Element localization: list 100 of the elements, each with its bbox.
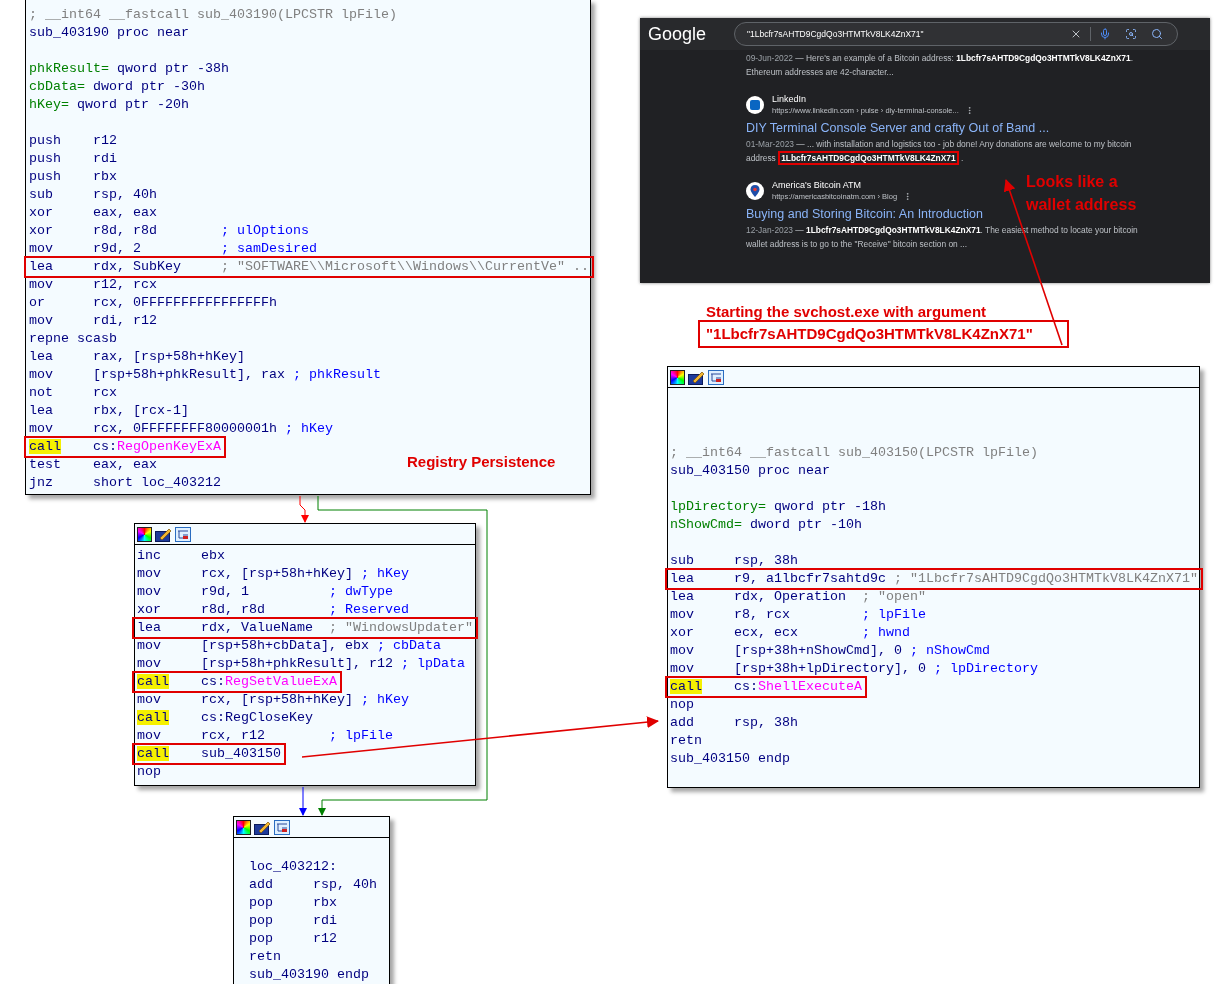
code-operands: eax, eax — [93, 456, 157, 474]
code-operands: r12 — [93, 132, 117, 150]
code-mnemonic: push — [29, 151, 61, 166]
code-operands: rsp, 38h — [734, 714, 798, 732]
code-mnemonic: call — [29, 439, 61, 454]
code-line: hKey= qword ptr -20h — [29, 96, 189, 114]
code-mnemonic: nop — [670, 697, 694, 712]
code-line: lpDirectory= qword ptr -18h — [670, 498, 886, 516]
code-mnemonic: push — [29, 169, 61, 184]
code-label: sub_403150 endp — [670, 750, 790, 768]
code-label: loc_403212: — [249, 858, 337, 876]
code-mnemonic: mov — [137, 728, 161, 743]
code-mnemonic: call — [670, 679, 702, 694]
code-mnemonic: mov — [670, 607, 694, 622]
code-mnemonic: test — [29, 457, 61, 472]
code-mnemonic: call — [137, 710, 169, 725]
code-operands: r12 — [313, 930, 337, 948]
code-mnemonic: mov — [137, 656, 161, 671]
palette-icon[interactable] — [670, 369, 685, 385]
code-operands: ebx — [201, 547, 225, 565]
site-name: LinkedIn — [772, 93, 808, 105]
code-operands: eax, eax — [93, 204, 157, 222]
close-icon[interactable] — [1070, 28, 1082, 40]
code-mnemonic: add — [249, 877, 273, 892]
code-operands: cs:RegCloseKey — [201, 709, 313, 727]
code-mnemonic: retn — [670, 733, 702, 748]
code-operands: rbx — [313, 894, 337, 912]
code-label: sub_403150 proc near — [670, 462, 830, 480]
graph-icon[interactable] — [274, 819, 290, 835]
code-operands: rdi, r12 — [93, 312, 157, 330]
code-operands: rdx, ValueName ; "WindowsUpdater" — [201, 619, 473, 637]
site-name: America's Bitcoin ATM — [772, 179, 863, 191]
code-mnemonic: call — [137, 674, 169, 689]
camera-search-icon[interactable] — [1125, 28, 1137, 40]
search-icon[interactable] — [1151, 28, 1163, 40]
code-mnemonic: jnz — [29, 475, 53, 490]
search-field[interactable]: "1Lbcfr7sAHTD9CgdQo3HTMTkV8LK4ZnX71" — [734, 22, 1178, 46]
code-mnemonic: mov — [670, 661, 694, 676]
code-mnemonic: sub — [29, 187, 53, 202]
pencil-icon[interactable] — [155, 526, 172, 542]
code-comment: ; __int64 __fastcall sub_403190(LPCSTR lpFile) — [29, 6, 397, 24]
code-operands: rcx, [rsp+58h+hKey] ; hKey — [201, 691, 409, 709]
code-operands: r8d, r8d ; Reserved — [201, 601, 409, 619]
palette-icon[interactable] — [137, 526, 152, 542]
code-operands: [rsp+58h+cbData], ebx ; cbData — [201, 637, 441, 655]
code-label: sub_403190 endp — [249, 966, 369, 984]
code-line: nShowCmd= dword ptr -10h — [670, 516, 862, 534]
code-mnemonic: xor — [670, 625, 694, 640]
code-mnemonic: mov — [29, 367, 53, 382]
code-operands: cs:ShellExecuteA — [734, 678, 862, 696]
code-operands: rbx — [93, 168, 117, 186]
code-operands: r9, a1lbcfr7sahtd9c ; "1Lbcfr7sAHTD9CgdQo3HTMTkV8LK4ZnX71" — [734, 570, 1198, 588]
code-mnemonic: retn — [249, 949, 281, 964]
site-logo-icon — [746, 95, 764, 114]
code-operands: r8, rcx ; lpFile — [734, 606, 926, 624]
code-mnemonic: or — [29, 295, 45, 310]
code-mnemonic: inc — [137, 548, 161, 563]
code-mnemonic: add — [670, 715, 694, 730]
palette-icon[interactable] — [236, 819, 251, 835]
code-mnemonic: lea — [670, 589, 694, 604]
code-operands: rsp, 40h — [93, 186, 157, 204]
code-label: sub_403190 proc near — [29, 24, 189, 42]
code-operands: sub_403150 — [201, 745, 281, 763]
code-line: phkResult= qword ptr -38h — [29, 60, 229, 78]
code-mnemonic: nop — [137, 764, 161, 779]
code-mnemonic: lea — [29, 259, 53, 274]
pencil-icon[interactable] — [254, 819, 271, 835]
annotation-text: Looks like a wallet address — [1026, 172, 1138, 215]
code-mnemonic: lea — [29, 349, 53, 364]
search-engine-logo[interactable]: Google — [648, 20, 734, 48]
code-mnemonic: not — [29, 385, 53, 400]
code-mnemonic: lea — [137, 620, 161, 635]
code-operands: [rsp+58h+phkResult], r12 ; lpData — [201, 655, 465, 673]
graph-icon[interactable] — [708, 369, 724, 385]
code-operands: r9d, 2 ; samDesired — [93, 240, 317, 258]
code-mnemonic: xor — [29, 223, 53, 238]
code-mnemonic: call — [137, 746, 169, 761]
result-title-link[interactable]: DIY Terminal Console Server and crafty Out of Band ... — [746, 119, 1050, 137]
code-mnemonic: pop — [249, 913, 273, 928]
code-operands: rcx, 0FFFFFFFF80000001h ; hKey — [93, 420, 333, 438]
microphone-icon[interactable] — [1099, 28, 1111, 40]
annotation-text: Registry Persistence — [407, 452, 556, 472]
code-operands: rcx, [rsp+58h+hKey] ; hKey — [201, 565, 409, 583]
code-operands: short loc_403212 — [93, 474, 221, 492]
result-snippet: 09-Jun-2022 — Here's an example of a Bitcoin address: 1Lbcfr7sAHTD9CgdQo3HTMTkV8LK4ZnX71. Ethereum addresses are 42-character... — [746, 52, 1134, 79]
code-operands: [rsp+38h+lpDirectory], 0 ; lpDirectory — [734, 660, 1038, 678]
code-comment: ; __int64 __fastcall sub_403150(LPCSTR lpFile) — [670, 444, 1038, 462]
result-title-link[interactable]: Buying and Storing Bitcoin: An Introduction — [746, 205, 983, 223]
code-operands: cs:RegSetValueExA — [201, 673, 337, 691]
code-operands: rdi — [93, 150, 117, 168]
code-mnemonic: mov — [137, 638, 161, 653]
code-mnemonic: pop — [249, 895, 273, 910]
graph-edge — [299, 495, 309, 523]
code-mnemonic: mov — [29, 313, 53, 328]
code-mnemonic: repne scasb — [29, 331, 117, 346]
graph-icon[interactable] — [175, 526, 191, 542]
code-operands: rcx, r12 ; lpFile — [201, 727, 393, 745]
code-operands: r9d, 1 ; dwType — [201, 583, 393, 601]
code-operands: r12, rcx — [93, 276, 157, 294]
pencil-icon[interactable] — [688, 369, 705, 385]
